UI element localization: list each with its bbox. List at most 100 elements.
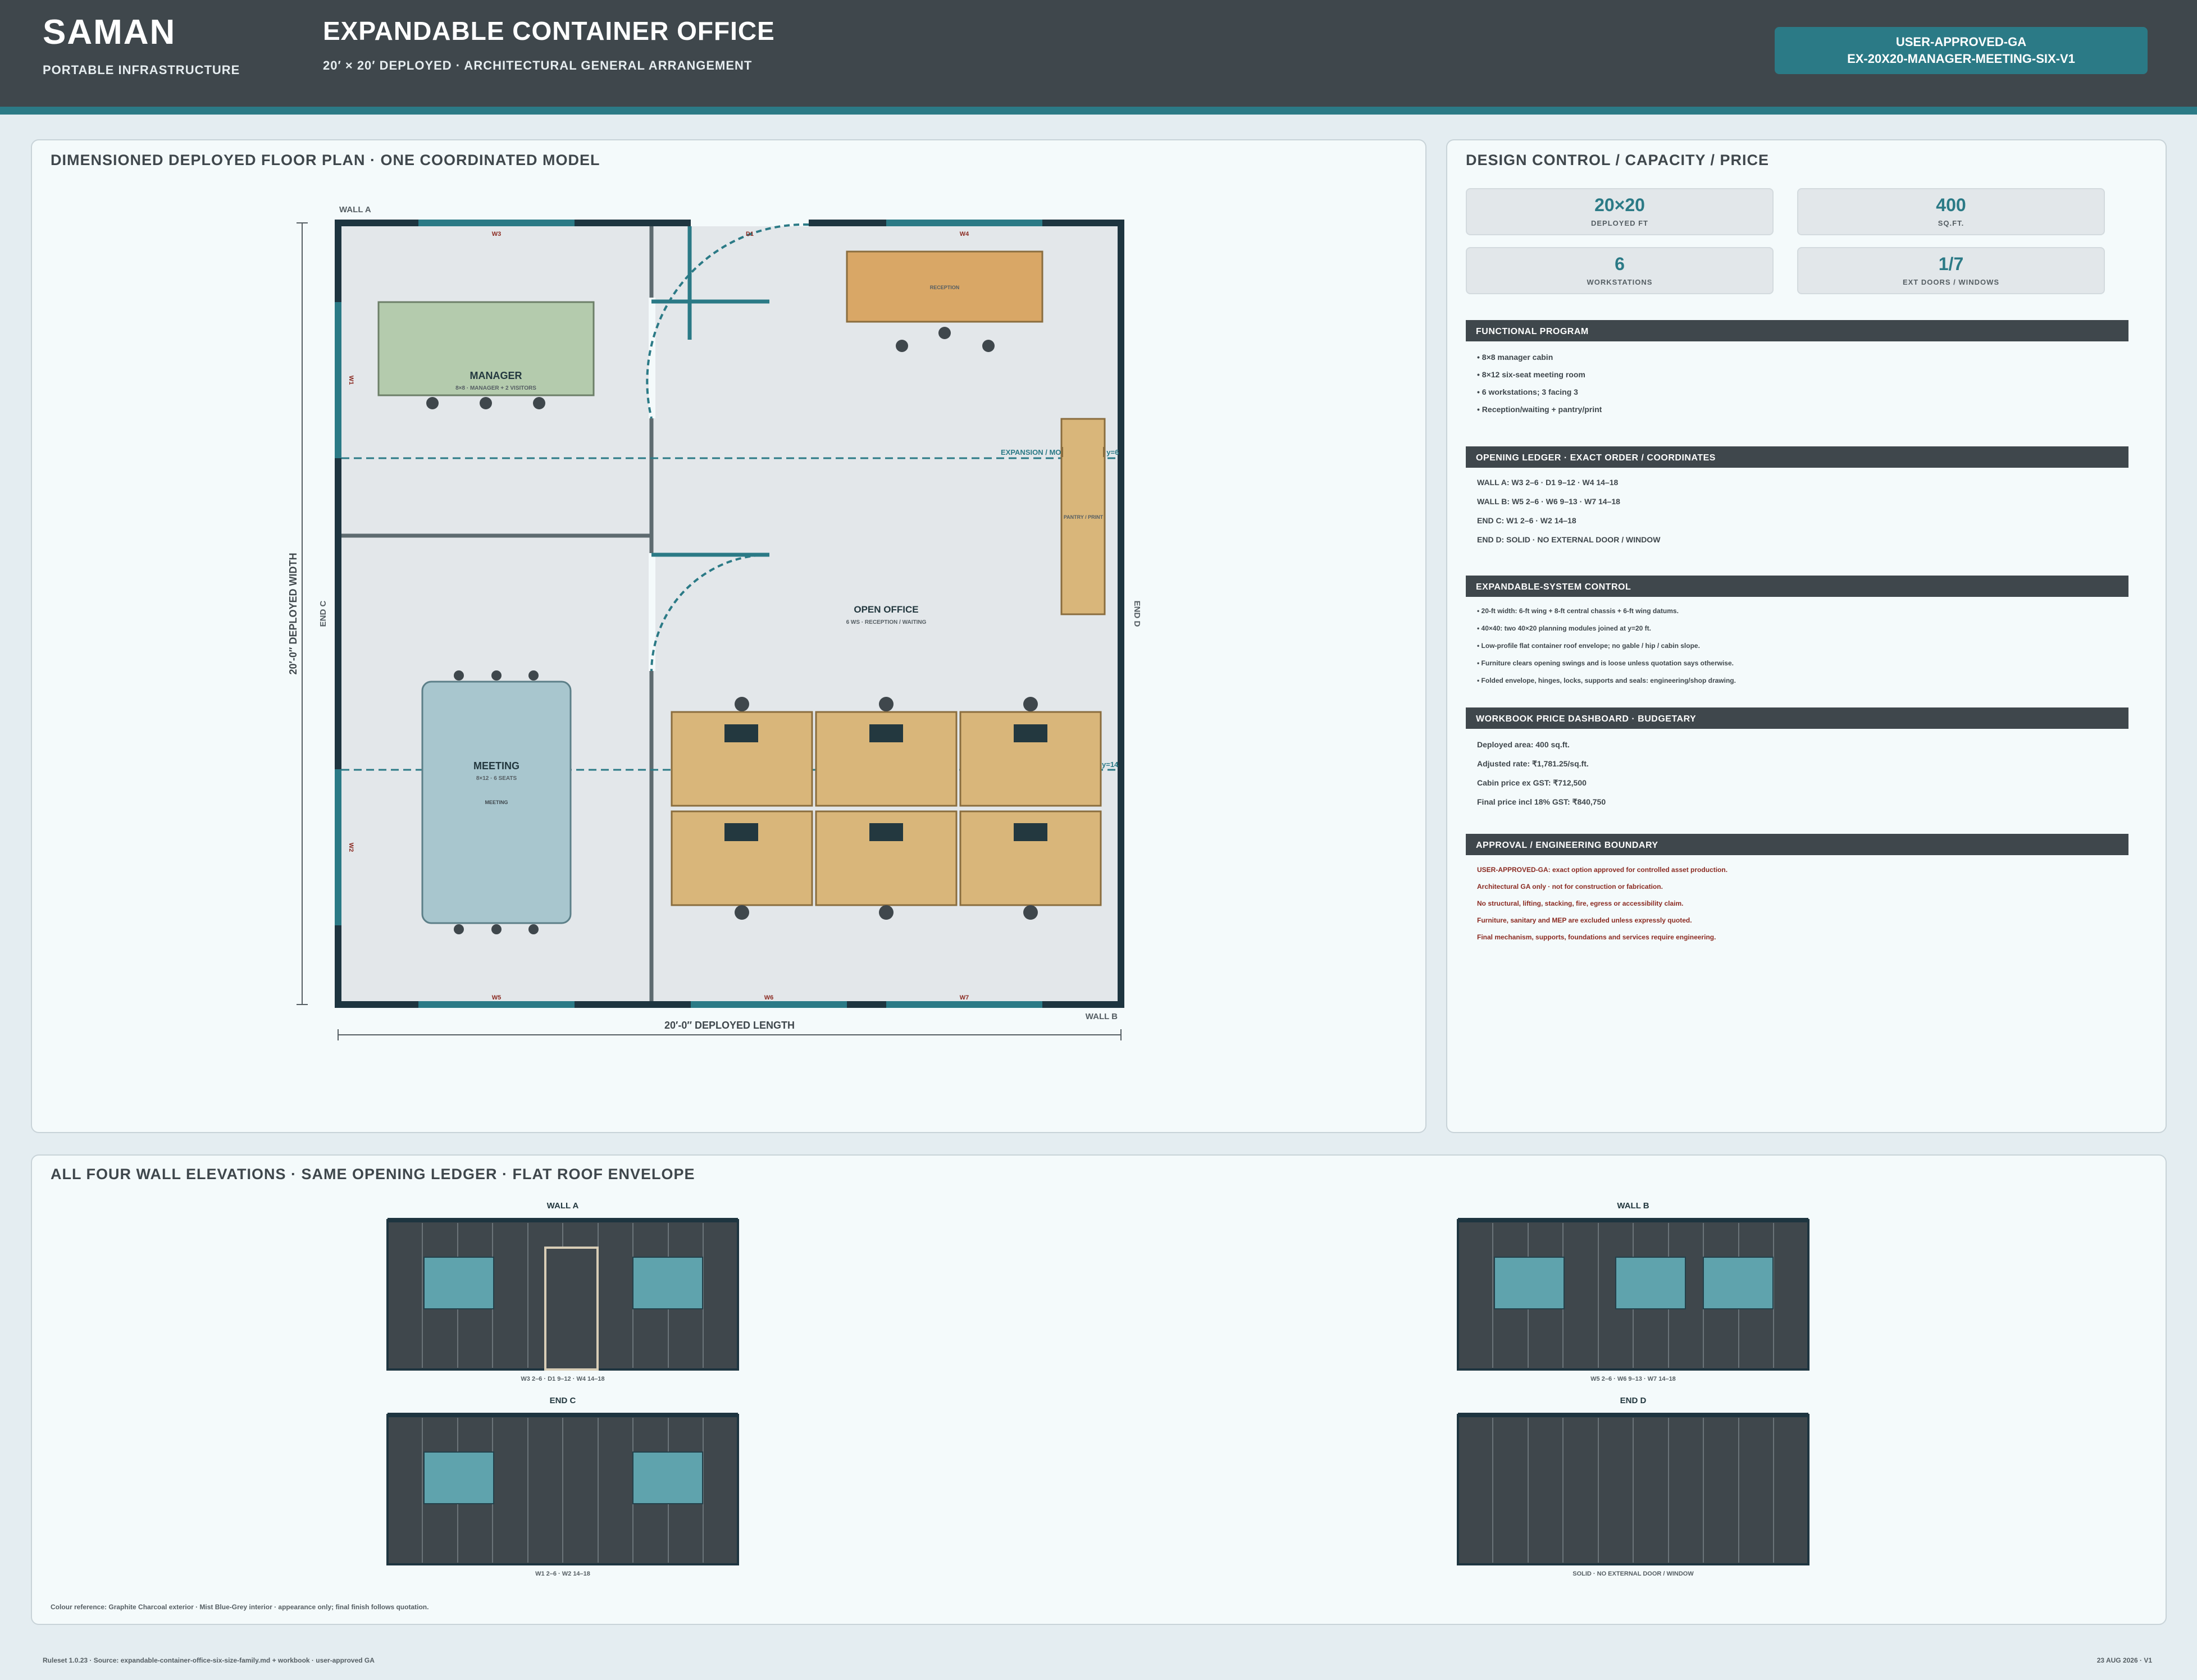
metric-label: WORKSTATIONS [1587,278,1653,286]
window-w7 [886,1001,1042,1008]
metric-label: DEPLOYED FT [1590,219,1648,227]
w2-label: W2 [348,843,354,852]
footer-ruleset: Ruleset 1.0.23 · Source: expandable-cont… [43,1656,375,1664]
manager-desk [377,301,595,396]
section-functional-program: FUNCTIONAL PROGRAM [1466,320,2128,341]
pantry-label: PANTRY / PRINT [1064,514,1104,520]
width-dimension-label: 20′-0″ DEPLOYED WIDTH [288,553,299,675]
window-w2 [632,1451,703,1504]
w7-label: W7 [960,994,969,1001]
open-office-sub-label: 6 WS · RECEPTION / WAITING [846,619,927,626]
window-w4 [632,1257,703,1309]
status-badge: USER-APPROVED-GA EX-20X20-MANAGER-MEETIN… [1775,27,2148,74]
window-w5 [1494,1257,1565,1309]
section-price-dashboard: WORKBOOK PRICE DASHBOARD · BUDGETARY [1466,707,2128,729]
length-dimension-label: 20′-0″ DEPLOYED LENGTH [664,1020,795,1031]
meeting-sub-label: 8×12 · 6 SEATS [476,775,517,782]
metric-card-size: 20×20 DEPLOYED FT [1466,188,1774,235]
window-w3 [423,1257,494,1309]
metric-label: EXT DOORS / WINDOWS [1902,278,2000,286]
door-d1 [691,220,809,226]
ledger-item: WALL B: W5 2–6 · W6 9–13 · W7 14–18 [1477,497,1620,506]
elevation-end-c-caption: W1 2–6 · W2 14–18 [535,1571,590,1577]
price-item: Adjusted rate: ₹1,781.25/sq.ft. [1477,759,1589,768]
w6-label: W6 [764,994,774,1001]
elevation-wall-a-label: WALL A [547,1201,579,1211]
window-w5 [418,1001,575,1008]
w5-label: W5 [492,994,502,1001]
window-w3 [418,220,575,226]
elevation-end-c-label: END C [550,1396,576,1405]
program-item: • Reception/waiting + pantry/print [1477,405,1602,414]
ledger-item: END C: W1 2–6 · W2 14–18 [1477,516,1576,525]
elevation-wall-a-caption: W3 2–6 · D1 9–12 · W4 14–18 [521,1376,604,1382]
elevations-drawing: WALL A W3 2–6 · D1 9–12 · W4 14–18 WALL … [386,1201,1809,1577]
meeting-label: MEETING [473,760,519,771]
system-item: • 20-ft width: 6-ft wing + 8-ft central … [1477,607,1679,615]
open-office-label: OPEN OFFICE [854,604,918,615]
approval-item: Furniture, sanitary and MEP are excluded… [1477,916,1692,924]
window-w7 [1703,1257,1774,1309]
metric-card-workstations: 6 WORKSTATIONS [1466,247,1774,294]
window-w1 [335,302,341,458]
price-item: Cabin price ex GST: ₹712,500 [1477,778,1587,787]
section-approval-boundary: APPROVAL / ENGINEERING BOUNDARY [1466,834,2128,855]
window-w6 [1615,1257,1686,1309]
ledger-item: WALL A: W3 2–6 · D1 9–12 · W4 14–18 [1477,478,1619,487]
w1-label: W1 [348,376,354,385]
window-w6 [691,1001,847,1008]
w3-label: W3 [492,231,502,238]
footer-date: 23 AUG 2026 · V1 [2096,1656,2152,1664]
window-w2 [335,769,341,925]
system-item: • Furniture clears opening swings and is… [1477,659,1734,667]
elevation-end-c [386,1413,739,1565]
status-line-1: USER-APPROVED-GA [1895,35,2027,49]
elevation-end-d-caption: SOLID · NO EXTERNAL DOOR / WINDOW [1572,1571,1694,1577]
ledger-item: END D: SOLID · NO EXTERNAL DOOR / WINDOW [1477,535,1661,544]
elevation-end-d-label: END D [1620,1396,1647,1405]
approval-item: Final mechanism, supports, foundations a… [1477,933,1716,941]
approval-item: USER-APPROVED-GA: exact option approved … [1477,866,1728,874]
price-item: Deployed area: 400 sq.ft. [1477,740,1570,749]
end-c-label: END C [318,600,328,627]
elevation-end-d [1457,1413,1809,1565]
elevation-wall-b-label: WALL B [1617,1201,1649,1211]
expansion-joint-label-2: y=14 [1102,760,1119,769]
metric-value: 1/7 [1938,254,1964,274]
metric-card-area: 400 SQ.FT. [1797,188,2105,235]
manager-label: MANAGER [470,370,522,381]
system-item: • Folded envelope, hinges, locks, suppor… [1477,677,1736,684]
metric-label: SQ.FT. [1938,219,1964,227]
system-item: • 40×40: two 40×20 planning modules join… [1477,624,1651,632]
status-line-2: EX-20X20-MANAGER-MEETING-SIX-V1 [1847,52,2075,66]
approval-item: No structural, lifting, stacking, fire, … [1477,900,1684,907]
d1-label: D1 [746,231,754,238]
reception-label: RECEPTION [930,285,960,290]
section-expandable-system: EXPANDABLE-SYSTEM CONTROL [1466,576,2128,597]
meeting-table-label: MEETING [485,800,508,805]
elevation-wall-a [386,1218,739,1371]
design-control-title: DESIGN CONTROL / CAPACITY / PRICE [1466,152,1770,168]
section-opening-ledger: OPENING LEDGER · EXACT ORDER / COORDINAT… [1466,446,2128,468]
program-item: • 8×12 six-seat meeting room [1477,370,1585,379]
price-item: Final price incl 18% GST: ₹840,750 [1477,797,1606,806]
elevation-wall-b [1457,1218,1809,1371]
metric-value: 20×20 [1594,195,1645,215]
window-w4 [886,220,1042,226]
metric-card-openings: 1/7 EXT DOORS / WINDOWS [1797,247,2105,294]
pantry-label-cover [1061,447,1105,457]
door-d1 [544,1247,599,1371]
program-item: • 8×8 manager cabin [1477,353,1553,362]
approval-item: Architectural GA only · not for construc… [1477,883,1663,891]
floor-plan-drawing: WALL A WALL B END C END D 20′-0″ DEPLOYE… [288,205,1142,1040]
wall-a-label: WALL A [339,205,371,214]
program-item: • 6 workstations; 3 facing 3 [1477,387,1578,396]
elevation-wall-b-caption: W5 2–6 · W6 9–13 · W7 14–18 [1590,1376,1676,1382]
end-d-label: END D [1132,601,1142,627]
manager-sub-label: 8×8 · MANAGER + 2 VISITORS [455,385,536,391]
w4-label: W4 [960,231,969,238]
metric-value: 6 [1615,254,1625,274]
metric-value: 400 [1936,195,1966,215]
window-w1 [423,1451,494,1504]
wall-b-label: WALL B [1086,1012,1118,1021]
